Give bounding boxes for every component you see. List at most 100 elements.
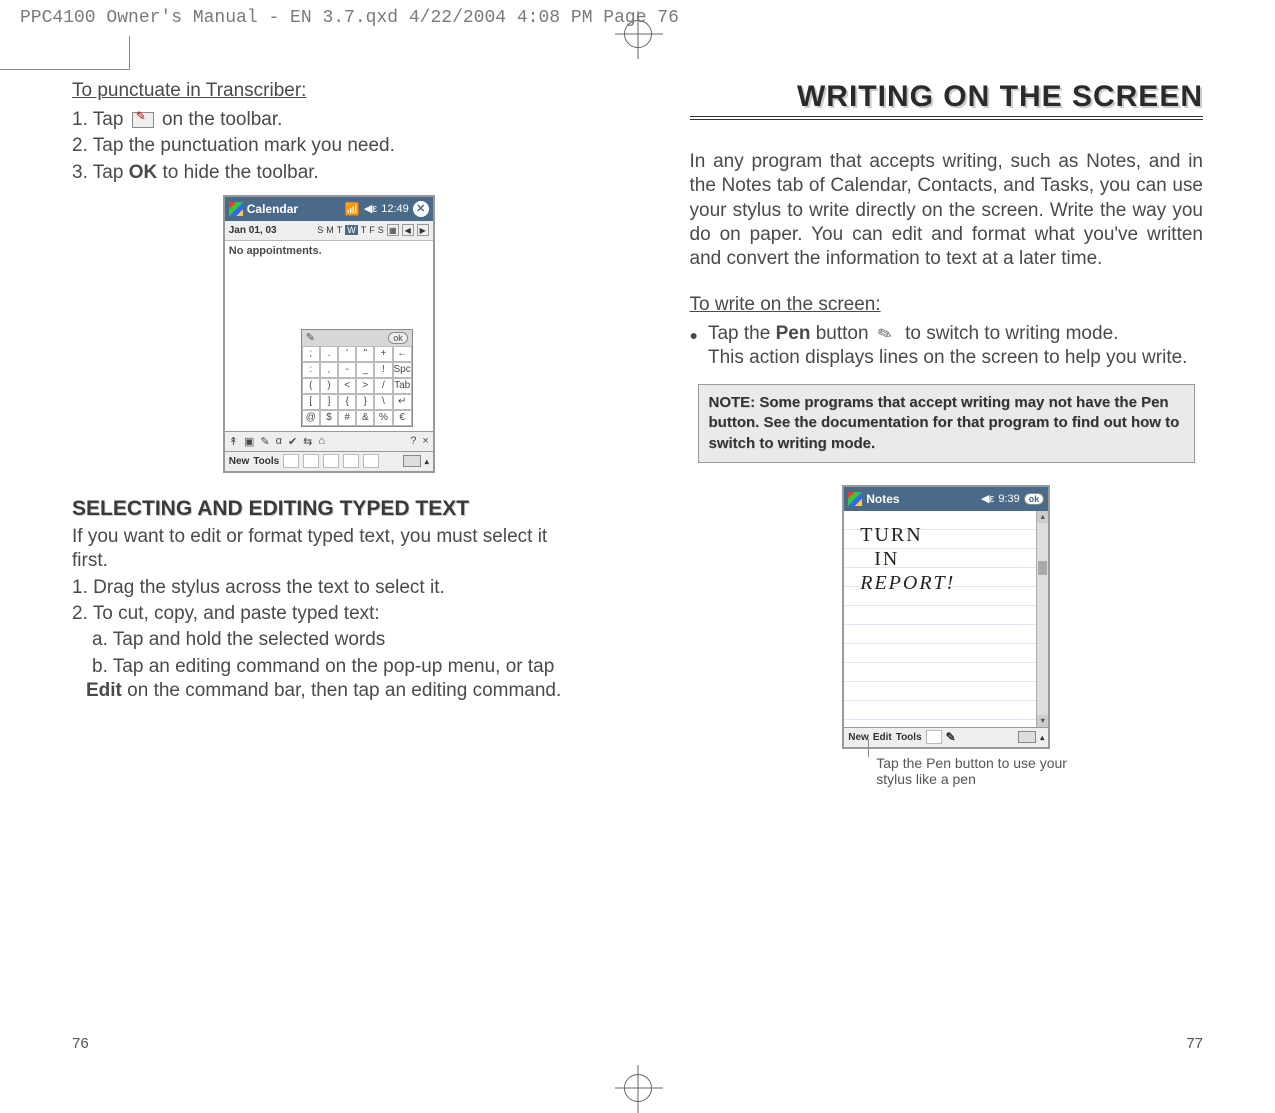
punct-key-20: { bbox=[338, 394, 356, 410]
tb-icon-1: ▣ bbox=[244, 435, 254, 448]
page-77: WRITING ON THE SCREEN In any program tha… bbox=[678, 70, 1216, 1052]
note-text: NOTE: Some programs that accept writing … bbox=[709, 394, 1180, 452]
fig2-ok-button: ok bbox=[1024, 493, 1045, 505]
step-3: 3. Tap OK to hide the toolbar. bbox=[72, 161, 586, 185]
no-appointments-text: No appointments. bbox=[229, 245, 322, 257]
bullet-dot-icon: ● bbox=[690, 327, 698, 371]
view-btn-4 bbox=[343, 454, 359, 468]
punct-key-28: % bbox=[374, 410, 392, 426]
pen-icon: ✎ bbox=[875, 320, 899, 347]
ok-label: OK bbox=[129, 162, 158, 183]
bullet-c: to switch to writing mode. bbox=[900, 323, 1119, 344]
page-title: WRITING ON THE SCREEN bbox=[690, 80, 1204, 114]
dow-f: F bbox=[369, 225, 375, 235]
view-btn-2 bbox=[303, 454, 319, 468]
sel-step-2: 2. To cut, copy, and paste typed text: bbox=[72, 602, 586, 626]
hand-line-2: IN bbox=[860, 547, 955, 571]
bullet-a: Tap the bbox=[708, 323, 776, 344]
fig2-app-title: Notes bbox=[866, 492, 977, 506]
keyboard-icon bbox=[132, 112, 154, 128]
punct-key-16: / bbox=[374, 378, 392, 394]
notes-pen-toggle-icon: ✎ bbox=[946, 730, 956, 744]
day-of-week-row: S M T W T F S bbox=[317, 225, 384, 235]
step-1-text-b: on the toolbar. bbox=[157, 109, 283, 130]
punct-key-22: \ bbox=[374, 394, 392, 410]
fig1-date: Jan 01, 03 bbox=[229, 225, 277, 236]
step-2: 2. Tap the punctuation mark you need. bbox=[72, 134, 586, 158]
hand-line-1: TURN bbox=[860, 523, 955, 547]
punct-key-13: ) bbox=[320, 378, 338, 394]
punct-key-21: } bbox=[356, 394, 374, 410]
punct-key-23: ↵ bbox=[393, 394, 412, 410]
tb-icon-0: ↟ bbox=[229, 435, 238, 448]
punct-key-0: ; bbox=[302, 346, 320, 362]
notes-sip-icon bbox=[1018, 731, 1036, 743]
tb-icon-4: ✔ bbox=[288, 435, 297, 448]
punctuate-heading: To punctuate in Transcriber: bbox=[72, 80, 586, 102]
print-header: PPC4100 Owner's Manual - EN 3.7.qxd 4/22… bbox=[20, 8, 679, 28]
dow-s2: S bbox=[378, 225, 384, 235]
punct-key-6: : bbox=[302, 362, 320, 378]
sel-2b-b: on the command bar, then tap an editing … bbox=[122, 680, 561, 701]
punct-key-19: ] bbox=[320, 394, 338, 410]
bullet-write: ● Tap the Pen button ✎ to switch to writ… bbox=[690, 322, 1204, 371]
punct-key-29: € bbox=[393, 410, 412, 426]
punct-key-26: # bbox=[338, 410, 356, 426]
registration-mark-bottom bbox=[624, 1074, 652, 1102]
speaker-icon-2: ◀ε bbox=[981, 492, 994, 505]
registration-mark-top bbox=[624, 20, 652, 48]
handwriting: TURN IN REPORT! bbox=[860, 523, 955, 595]
section-heading-selecting: SELECTING AND EDITING TYPED TEXT bbox=[72, 497, 586, 521]
punct-key-7: , bbox=[320, 362, 338, 378]
page-76: To punctuate in Transcriber: 1. Tap on t… bbox=[60, 70, 598, 1052]
bullet-line2: This action displays lines on the screen… bbox=[708, 346, 1203, 370]
fig1-time: 12:49 bbox=[381, 203, 409, 215]
notes-sip-arrow-icon: ▴ bbox=[1040, 733, 1044, 742]
sip-arrow-icon: ▴ bbox=[425, 457, 429, 466]
sel-step-1: 1. Drag the stylus across the text to se… bbox=[72, 576, 586, 600]
notes-cmd-new: New bbox=[848, 732, 869, 743]
punct-key-18: [ bbox=[302, 394, 320, 410]
hand-line-3: REPORT! bbox=[860, 571, 955, 595]
intro-paragraph: In any program that accepts writing, suc… bbox=[690, 150, 1204, 272]
scroll-thumb bbox=[1038, 561, 1047, 575]
scroll-up-icon: ▴ bbox=[1037, 511, 1048, 523]
dow-t: T bbox=[337, 225, 343, 235]
punct-key-14: < bbox=[338, 378, 356, 394]
speaker-icon: ◀ε bbox=[364, 202, 377, 215]
punct-key-5: ← bbox=[393, 346, 412, 362]
punct-key-2: ' bbox=[338, 346, 356, 362]
notes-cmd-edit: Edit bbox=[873, 732, 892, 743]
notes-command-bar: New Edit Tools ✎ ▴ bbox=[844, 727, 1048, 747]
write-heading: To write on the screen: bbox=[690, 294, 1204, 316]
punct-key-15: > bbox=[356, 378, 374, 394]
notes-rec-icon bbox=[926, 730, 942, 744]
view-btn-3 bbox=[323, 454, 339, 468]
panel-ok-button: ok bbox=[388, 332, 408, 344]
page-number-left: 76 bbox=[72, 1035, 89, 1052]
punct-key-10: ! bbox=[374, 362, 392, 378]
punct-key-8: - bbox=[338, 362, 356, 378]
date-today-icon: ▦ bbox=[387, 224, 399, 236]
view-btn-5 bbox=[363, 454, 379, 468]
page-number-right: 77 bbox=[1186, 1035, 1203, 1052]
punct-key-27: & bbox=[356, 410, 374, 426]
punct-key-1: . bbox=[320, 346, 338, 362]
dow-m: M bbox=[326, 225, 334, 235]
dow-w-selected: W bbox=[345, 225, 358, 235]
title-rule bbox=[690, 116, 1204, 120]
figure-callout: Tap the Pen button to use your stylus li… bbox=[796, 755, 1096, 787]
step-1-text-a: 1. Tap bbox=[72, 109, 129, 130]
step-1: 1. Tap on the toolbar. bbox=[72, 108, 586, 132]
panel-pen-icon: ✎ bbox=[306, 331, 315, 344]
command-bar: New Tools ▴ bbox=[225, 451, 433, 471]
notes-cmd-tools: Tools bbox=[896, 732, 922, 743]
step-3-text-b: to hide the toolbar. bbox=[157, 162, 319, 183]
scroll-down-icon: ▾ bbox=[1037, 715, 1048, 727]
dow-t2: T bbox=[361, 225, 367, 235]
sel-step-2a: a. Tap and hold the selected words bbox=[72, 628, 586, 652]
tb-icon-2: ✎ bbox=[260, 435, 269, 448]
date-next-icon: ▶ bbox=[417, 224, 429, 236]
dow-s: S bbox=[317, 225, 323, 235]
pen-label: Pen bbox=[776, 323, 811, 344]
